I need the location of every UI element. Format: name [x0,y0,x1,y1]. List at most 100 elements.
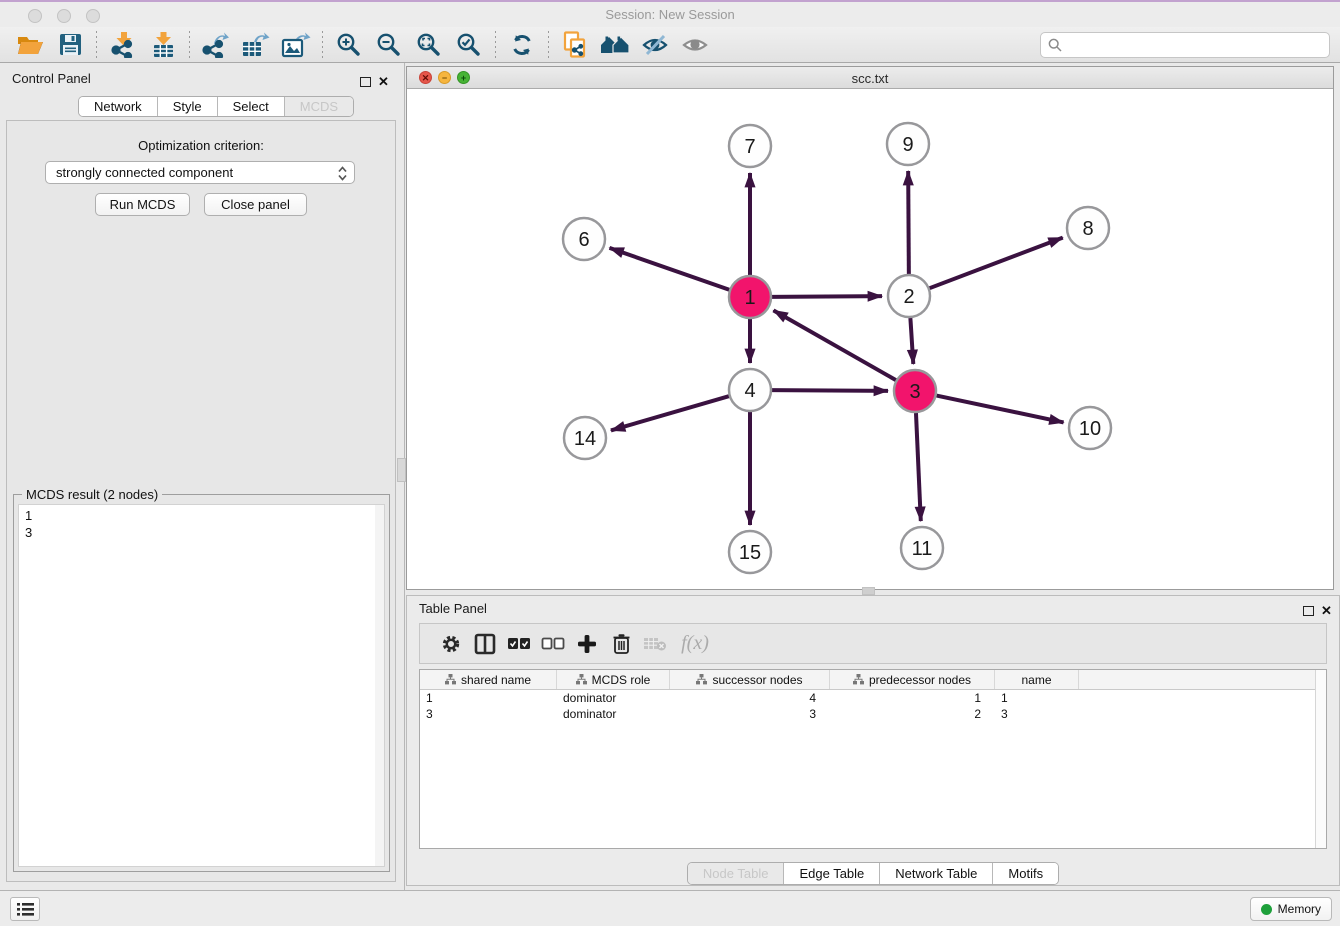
graph-node-label-6: 6 [578,229,589,251]
import-network-button[interactable] [105,30,141,60]
attribute-tree-icon [445,674,456,685]
tab-network[interactable]: Network [79,97,157,116]
clone-network-button[interactable] [557,30,593,60]
horizontal-splitter-handle[interactable] [862,587,875,595]
import-table-button[interactable] [145,30,181,60]
tab-edge-table[interactable]: Edge Table [783,863,879,884]
attribute-tree-icon [576,674,587,685]
tab-style[interactable]: Style [157,97,217,116]
table-panel-float-button[interactable] [1303,603,1314,621]
cell-shared-name[interactable]: 3 [420,706,557,722]
main-titlebar: Session: New Session [0,2,1340,27]
graph-node-label-2: 2 [903,286,914,308]
vertical-splitter-handle[interactable] [397,458,406,482]
cell-name[interactable]: 1 [995,690,1079,706]
add-column-button[interactable] [570,629,604,659]
control-panel-float-button[interactable] [360,74,371,92]
column-header-shared-name[interactable]: shared name [420,670,557,689]
toolbar-separator [189,31,190,59]
delete-column-button[interactable] [604,629,638,659]
list-icon [16,901,35,918]
table-row[interactable]: 1 dominator 4 1 1 [420,690,1326,706]
graph-node-label-11: 11 [912,538,933,560]
cell-name[interactable]: 3 [995,706,1079,722]
column-header-name[interactable]: name [995,670,1079,689]
column-header-predecessor-nodes[interactable]: predecessor nodes [830,670,995,689]
graph-edge-3-10[interactable] [937,396,1064,423]
table-row[interactable]: 3 dominator 3 2 3 [420,706,1326,722]
cell-mcds-role[interactable]: dominator [557,706,670,722]
cell-successor-nodes[interactable]: 3 [670,706,830,722]
export-image-icon [281,31,311,58]
tab-select[interactable]: Select [217,97,284,116]
graph-node-label-1: 1 [744,287,755,309]
tab-mcds[interactable]: MCDS [284,97,353,116]
cell-successor-nodes[interactable]: 4 [670,690,830,706]
tab-motifs[interactable]: Motifs [992,863,1058,884]
gear-icon [440,633,462,655]
mcds-result-text[interactable]: 1 3 [18,504,385,867]
tab-network-table[interactable]: Network Table [879,863,992,884]
table-settings-button[interactable] [434,629,468,659]
network-canvas-svg[interactable]: 7968124314101511 [407,89,1333,589]
refresh-button[interactable] [504,30,540,60]
search-icon [1048,38,1062,52]
cell-mcds-role[interactable]: dominator [557,690,670,706]
columns-icon [474,633,496,655]
optimization-criterion-label: Optimization criterion: [7,138,395,153]
select-all-button[interactable] [502,629,536,659]
graph-edge-2-3[interactable] [910,318,913,364]
table-scrollbar[interactable] [1315,670,1326,848]
graph-edge-2-8[interactable] [930,238,1063,289]
criterion-dropdown[interactable]: strongly connected component [45,161,355,184]
graph-edge-4-14[interactable] [611,396,729,430]
column-header-mcds-role[interactable]: MCDS role [557,670,670,689]
graph-edge-1-6[interactable] [609,248,729,290]
home-button[interactable] [597,30,633,60]
table-toolbar: f(x) [419,623,1327,664]
run-mcds-button[interactable]: Run MCDS [95,193,190,216]
control-panel-close-button[interactable]: ✕ [378,73,389,91]
graph-edge-3-1[interactable] [773,310,895,380]
mcds-result-group: MCDS result (2 nodes) 1 3 [13,494,390,872]
zoom-out-button[interactable] [371,30,407,60]
memory-status-icon [1261,904,1272,915]
show-all-button[interactable] [677,30,713,60]
zoom-fit-button[interactable] [411,30,447,60]
graph-node-label-14: 14 [574,428,596,450]
export-table-button[interactable] [238,30,274,60]
export-image-button[interactable] [278,30,314,60]
hide-selected-button[interactable] [637,30,673,60]
memory-button[interactable]: Memory [1250,897,1332,921]
fx-icon: f(x) [681,632,709,655]
delete-table-button[interactable] [638,629,672,659]
zoom-in-button[interactable] [331,30,367,60]
column-header-successor-nodes[interactable]: successor nodes [670,670,830,689]
save-session-button[interactable] [52,30,88,60]
column-settings-button[interactable] [468,629,502,659]
graph-edge-1-2[interactable] [772,296,882,297]
network-window-title: scc.txt [407,71,1333,86]
table-panel-title: Table Panel [419,601,487,616]
cell-shared-name[interactable]: 1 [420,690,557,706]
search-input[interactable] [1067,35,1329,55]
import-table-icon [150,31,177,58]
attribute-tree-icon [853,674,864,685]
table-panel-close-button[interactable]: ✕ [1321,602,1332,620]
zoom-selected-icon [456,32,482,58]
graph-edge-4-3[interactable] [772,390,888,391]
zoom-selected-button[interactable] [451,30,487,60]
result-scrollbar[interactable] [375,505,384,866]
close-panel-button[interactable]: Close panel [204,193,307,216]
graph-edge-2-9[interactable] [908,171,909,274]
cell-predecessor-nodes[interactable]: 2 [830,706,995,722]
import-network-icon [110,31,137,58]
tab-node-table[interactable]: Node Table [688,863,784,884]
graph-edge-3-11[interactable] [916,413,921,521]
task-history-button[interactable] [10,897,40,921]
cell-predecessor-nodes[interactable]: 1 [830,690,995,706]
open-session-button[interactable] [12,30,48,60]
function-builder-button[interactable]: f(x) [672,629,718,659]
deselect-all-button[interactable] [536,629,570,659]
export-network-button[interactable] [198,30,234,60]
